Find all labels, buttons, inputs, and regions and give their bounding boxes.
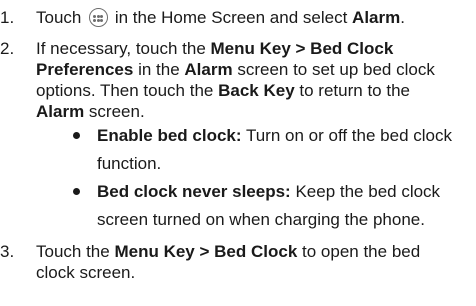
bullet-item: Enable bed clock: Turn on or off the bed… bbox=[97, 122, 475, 178]
step-number: 3. bbox=[0, 242, 15, 261]
apps-grid-icon bbox=[89, 8, 109, 27]
bullet-bold-term: Bed clock never sleeps: bbox=[97, 182, 291, 201]
step-text-part: Touch the bbox=[36, 242, 110, 261]
step-bold-term: Menu Key > Bed Clock bbox=[114, 242, 298, 261]
bullet-dot bbox=[73, 132, 80, 139]
bullet-bold-term: Enable bed clock: bbox=[97, 126, 242, 145]
step-text: Touch in the Home Screen and select Alar… bbox=[36, 7, 405, 29]
step-text-part: to return to the bbox=[299, 81, 410, 100]
step-3-text: Touch the Menu Key > Bed Clock to open t… bbox=[36, 241, 454, 283]
step-bold-term: Alarm bbox=[184, 60, 233, 79]
step-text-part: in the bbox=[138, 60, 180, 79]
step-bold-term: Alarm bbox=[36, 102, 85, 121]
step-text-part: Touch bbox=[36, 8, 82, 27]
step-number: 1. bbox=[0, 8, 15, 27]
step-bold-term: Alarm bbox=[352, 8, 401, 27]
step-text-part: If necessary, touch the bbox=[36, 39, 206, 58]
bullet-dot bbox=[73, 188, 80, 195]
step-number: 2. bbox=[0, 39, 15, 58]
bullet-item: Bed clock never sleeps: Keep the bed clo… bbox=[97, 178, 475, 234]
step-punctuation: . bbox=[400, 8, 405, 27]
step-text-part: in the Home Screen and select bbox=[114, 8, 348, 27]
step-text-part: screen. bbox=[88, 102, 145, 121]
step-2-text: If necessary, touch the Menu Key > Bed C… bbox=[36, 38, 454, 122]
step-bold-term: Back Key bbox=[218, 81, 295, 100]
instruction-document: 1. Touch in the Home Screen and select A… bbox=[0, 0, 476, 306]
